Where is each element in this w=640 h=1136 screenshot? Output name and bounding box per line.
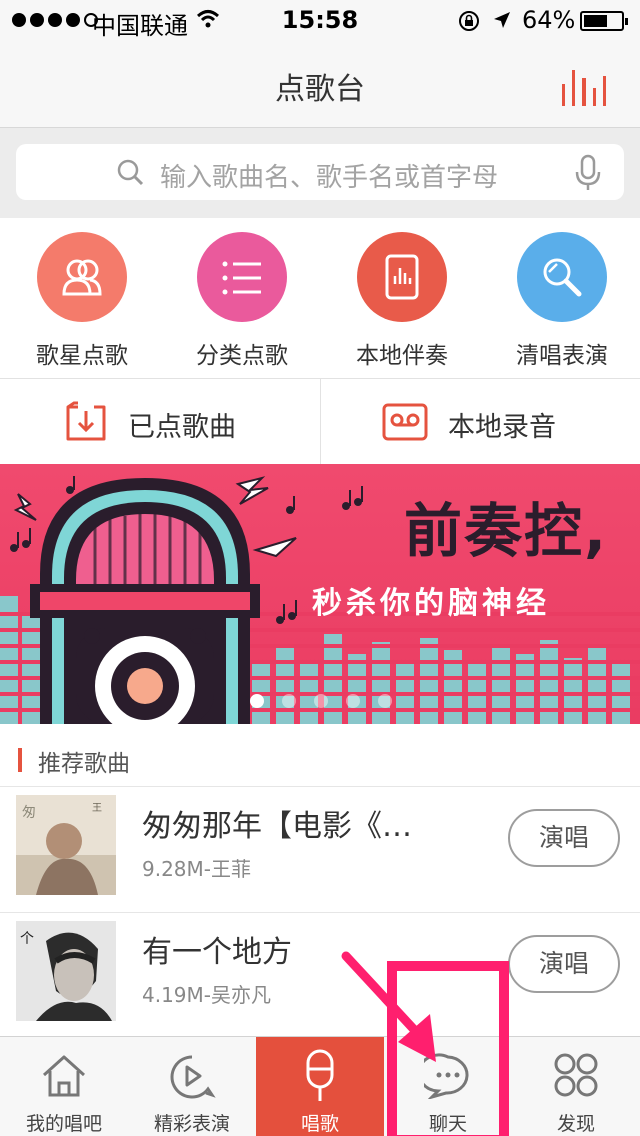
entry-label: 清唱表演 [516,343,608,369]
ordered-songs-button[interactable]: 已点歌曲 [0,379,320,465]
local-music-icon [357,232,447,322]
app-screen: 中国联通 15:58 64% 点歌台 输入歌曲名、歌手名或首字母 歌星点歌 分类… [0,0,640,1136]
list-icon [197,232,287,322]
quick-entries: 歌星点歌 分类点歌 本地伴奏 清唱表演 [0,218,640,378]
entry-category[interactable]: 分类点歌 [162,232,322,370]
rotation-lock-icon [459,11,479,31]
banner-subline: 秒杀你的脑神经 [312,586,550,621]
battery-icon [580,11,628,31]
search-icon [117,159,144,186]
entry-label: 本地伴奏 [356,343,448,369]
svg-text:个: 个 [20,931,34,947]
song-row[interactable]: 匆 王 匆匆那年【电影《… 9.28M-王菲 演唱 [0,786,640,912]
tab-discover[interactable]: 发现 [512,1037,640,1136]
pager-dot[interactable] [314,694,328,708]
tab-label: 聊天 [428,1113,467,1135]
song-meta: 9.28M-王菲 [142,857,252,881]
local-recordings-button[interactable]: 本地录音 [320,379,640,465]
search-placeholder: 输入歌曲名、歌手名或首字母 [160,163,499,193]
song-meta: 4.19M-吴亦凡 [142,983,272,1007]
singer-icon [37,232,127,322]
cassette-tape-icon [382,403,428,441]
play-bubble-icon [170,1055,216,1099]
sub-entries: 已点歌曲 本地录音 [0,378,640,465]
tab-performances[interactable]: 精彩表演 [128,1037,256,1136]
tab-my-ktv[interactable]: 我的唱吧 [0,1037,128,1136]
song-title: 有一个地方 [142,935,292,970]
section-title: 推荐歌曲 [38,751,130,777]
battery-percent: 64% [522,6,576,34]
chat-bubble-icon [424,1053,469,1099]
song-row[interactable]: 个 有一个地方 4.19M-吴亦凡 演唱 [0,912,640,1038]
discover-circles-icon [554,1053,598,1097]
local-recordings-label: 本地录音 [448,412,556,443]
ordered-songs-label: 已点歌曲 [128,412,236,443]
tab-label: 精彩表演 [153,1113,230,1135]
pager-dot[interactable] [378,694,392,708]
pager-dot[interactable] [346,694,360,708]
pager-dot[interactable] [282,694,296,708]
entry-label: 歌星点歌 [36,343,128,369]
status-bar: 中国联通 15:58 64% [0,0,640,40]
tab-label: 发现 [556,1113,595,1135]
download-tray-icon [66,401,106,441]
tab-label: 唱歌 [300,1113,339,1135]
album-cover: 匆 王 [16,795,116,895]
song-title: 匆匆那年【电影《… [142,809,412,844]
page-title: 点歌台 [275,72,365,107]
sing-button[interactable]: 演唱 [508,809,620,867]
entry-singer[interactable]: 歌星点歌 [2,232,162,370]
svg-text:匆: 匆 [22,805,36,821]
banner-pager[interactable] [250,694,392,708]
promo-banner[interactable]: 前奏控, 秒杀你的脑神经 [0,464,640,724]
search-area: 输入歌曲名、歌手名或首字母 [0,128,640,218]
equalizer-icon[interactable] [562,64,607,106]
search-input[interactable]: 输入歌曲名、歌手名或首字母 [16,144,624,200]
pager-dot[interactable] [250,694,264,708]
entry-a-cappella[interactable]: 清唱表演 [482,232,640,370]
microphone-icon [306,1049,334,1101]
nav-bar: 点歌台 [0,40,640,128]
tab-sing[interactable]: 唱歌 [256,1037,384,1136]
home-icon [42,1055,86,1097]
banner-headline: 前奏控, [404,497,609,565]
sing-button[interactable]: 演唱 [508,935,620,993]
entry-local-accompaniment[interactable]: 本地伴奏 [322,232,482,370]
microphone-icon[interactable] [574,154,602,192]
handheld-mic-icon [517,232,607,322]
recommended-songs: 推荐歌曲 匆 王 匆匆那年【电影《… 9.28M-王菲 演唱 个 有一个地方 4… [0,724,640,1036]
entry-label: 分类点歌 [196,343,288,369]
location-arrow-icon [494,12,510,28]
album-cover: 个 [16,921,116,1021]
svg-text:王: 王 [92,803,102,814]
tab-label: 我的唱吧 [25,1113,102,1135]
tab-chat[interactable]: 聊天 [384,1037,512,1136]
section-header: 推荐歌曲 [0,724,640,790]
tab-bar: 我的唱吧 精彩表演 唱歌 聊天 发现 [0,1036,640,1136]
